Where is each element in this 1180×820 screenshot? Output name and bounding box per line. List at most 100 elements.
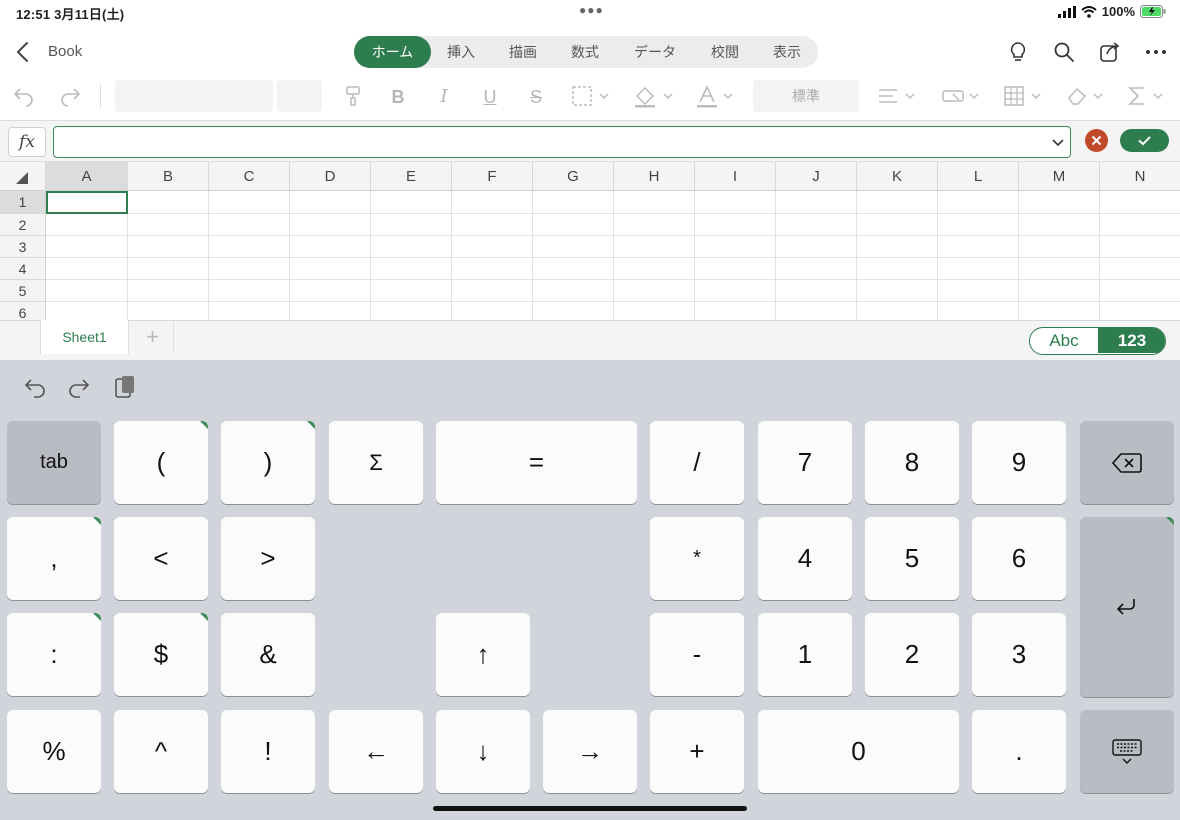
key-colon[interactable]: :	[7, 613, 101, 696]
key-decimal[interactable]: .	[972, 710, 1066, 793]
align-icon[interactable]	[877, 84, 917, 108]
key-dollar[interactable]: $	[114, 613, 208, 696]
bold-icon[interactable]: B	[386, 84, 410, 110]
key-9[interactable]: 9	[972, 421, 1066, 504]
key-sigma[interactable]: Σ	[329, 421, 423, 504]
column-header[interactable]: I	[695, 162, 776, 191]
active-cell-a1[interactable]	[46, 191, 128, 214]
column-header[interactable]: E	[371, 162, 452, 191]
italic-icon[interactable]: I	[432, 84, 456, 110]
column-header[interactable]: J	[776, 162, 857, 191]
key-caret[interactable]: ^	[114, 710, 208, 793]
key-arrow-down[interactable]: ↓	[436, 710, 530, 793]
key-plus[interactable]: +	[650, 710, 744, 793]
lightbulb-icon[interactable]	[1006, 40, 1030, 64]
font-size-box[interactable]	[277, 80, 322, 112]
column-header[interactable]: C	[209, 162, 290, 191]
key-right-paren[interactable]: )	[221, 421, 315, 504]
fx-label[interactable]: fx	[8, 127, 46, 157]
strikethrough-icon[interactable]: S	[524, 84, 548, 110]
column-header[interactable]: H	[614, 162, 695, 191]
mode-abc-button[interactable]: Abc	[1030, 328, 1098, 353]
key-multiply[interactable]: *	[650, 517, 744, 600]
conditional-format-icon[interactable]	[941, 84, 981, 108]
keyboard-mode-toggle[interactable]: Abc 123	[1029, 327, 1166, 355]
chevron-down-icon[interactable]	[1050, 132, 1066, 152]
sheet-tab-sheet1[interactable]: Sheet1	[40, 320, 129, 354]
key-dismiss-keyboard[interactable]	[1080, 710, 1174, 793]
select-all-corner[interactable]	[0, 162, 46, 191]
key-ampersand[interactable]: &	[221, 613, 315, 696]
multitask-dots-icon[interactable]: ●●●	[579, 3, 604, 17]
clipboard-paste-icon[interactable]	[112, 374, 138, 400]
key-7[interactable]: 7	[758, 421, 852, 504]
column-header[interactable]: G	[533, 162, 614, 191]
key-arrow-right[interactable]: →	[543, 710, 637, 793]
search-icon[interactable]	[1052, 40, 1076, 64]
row-header[interactable]: 1	[0, 191, 46, 214]
key-return[interactable]	[1080, 517, 1174, 697]
key-minus[interactable]: -	[650, 613, 744, 696]
key-6[interactable]: 6	[972, 517, 1066, 600]
more-options-icon[interactable]	[1144, 40, 1168, 64]
add-sheet-button[interactable]: +	[132, 322, 174, 352]
key-slash[interactable]: /	[650, 421, 744, 504]
tab-draw[interactable]: 描画	[498, 36, 548, 68]
share-icon[interactable]	[1098, 40, 1122, 64]
key-1[interactable]: 1	[758, 613, 852, 696]
row-header[interactable]: 5	[0, 280, 46, 302]
key-tab[interactable]: tab	[7, 421, 101, 504]
key-less-than[interactable]: <	[114, 517, 208, 600]
underline-icon[interactable]: U	[478, 84, 502, 110]
font-name-box[interactable]	[115, 80, 273, 112]
undo-icon[interactable]	[12, 84, 36, 108]
column-header[interactable]: F	[452, 162, 533, 191]
key-backspace[interactable]	[1080, 421, 1174, 504]
redo-icon[interactable]	[58, 84, 82, 108]
key-arrow-left[interactable]: ←	[329, 710, 423, 793]
column-header[interactable]: N	[1100, 162, 1180, 191]
back-chevron-icon[interactable]	[12, 40, 34, 64]
kb-redo-icon[interactable]	[66, 375, 92, 399]
autosum-icon[interactable]	[1127, 84, 1167, 108]
key-percent[interactable]: %	[7, 710, 101, 793]
row-header[interactable]: 4	[0, 258, 46, 280]
tab-home[interactable]: ホーム	[354, 36, 431, 68]
eraser-icon[interactable]	[1065, 84, 1105, 108]
key-greater-than[interactable]: >	[221, 517, 315, 600]
font-color-icon[interactable]	[695, 84, 737, 108]
kb-undo-icon[interactable]	[22, 375, 48, 399]
format-painter-icon[interactable]	[343, 84, 363, 108]
key-5[interactable]: 5	[865, 517, 959, 600]
table-icon[interactable]	[1003, 84, 1043, 108]
key-arrow-up[interactable]: ↑	[436, 613, 530, 696]
tab-insert[interactable]: 挿入	[436, 36, 486, 68]
key-4[interactable]: 4	[758, 517, 852, 600]
key-0[interactable]: 0	[758, 710, 959, 793]
formula-input[interactable]	[53, 126, 1071, 158]
tab-review[interactable]: 校閲	[700, 36, 750, 68]
tab-formulas[interactable]: 数式	[560, 36, 610, 68]
tab-data[interactable]: データ	[624, 36, 686, 68]
column-header[interactable]: A	[46, 162, 128, 191]
confirm-entry-button[interactable]	[1120, 129, 1169, 152]
column-header[interactable]: D	[290, 162, 371, 191]
cancel-entry-button[interactable]	[1085, 129, 1108, 152]
row-header[interactable]: 6	[0, 302, 46, 320]
row-header[interactable]: 2	[0, 214, 46, 236]
column-header[interactable]: B	[128, 162, 209, 191]
column-header[interactable]: L	[938, 162, 1019, 191]
row-header[interactable]: 3	[0, 236, 46, 258]
borders-icon[interactable]	[571, 84, 611, 108]
tab-view[interactable]: 表示	[762, 36, 812, 68]
key-3[interactable]: 3	[972, 613, 1066, 696]
number-format-box[interactable]: 標準	[753, 80, 859, 112]
column-header[interactable]: K	[857, 162, 938, 191]
column-header[interactable]: M	[1019, 162, 1100, 191]
key-left-paren[interactable]: (	[114, 421, 208, 504]
key-exclamation[interactable]: !	[221, 710, 315, 793]
key-comma[interactable]: ,	[7, 517, 101, 600]
key-8[interactable]: 8	[865, 421, 959, 504]
fill-color-icon[interactable]	[633, 84, 675, 108]
key-equals[interactable]: =	[436, 421, 637, 504]
